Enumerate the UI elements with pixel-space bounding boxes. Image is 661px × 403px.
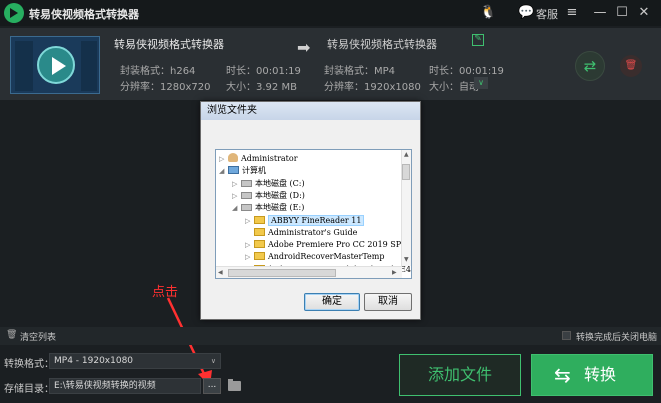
drive-icon [241,204,252,212]
output-dir-label: 存储目录： [4,384,54,395]
expand-toggle-icon[interactable]: ▷ [232,178,241,190]
format-label: 转换格式： [4,359,54,370]
add-file-button[interactable]: 添加文件 [399,354,521,396]
target-file-name: 转易侠视频格式转换器 [327,38,437,51]
output-dir-field[interactable]: E:\转易侠视频转换的视频 [49,378,201,394]
expand-toggle-icon[interactable]: ▷ [232,190,241,202]
close-icon[interactable]: ✕ [637,4,651,22]
tree-item[interactable]: Administrator's Guide [245,227,357,239]
maximize-icon[interactable]: ☐ [615,4,629,22]
format-value: MP4 - 1920x1080 [54,356,134,366]
target-resolution: 分辨率：1920x1080 [324,82,421,93]
tree-item-label: Administrator's Guide [268,227,358,237]
chat-bubble-icon[interactable]: 💬 [518,4,534,22]
expand-toggle-icon[interactable]: ▷ [245,215,254,227]
browse-folder-dialog: 浏览文件夹 1945089 E00 0 7 21 19E4E0615E4▷And… [200,101,421,320]
tree-item[interactable]: ▷ Administrator [219,153,298,165]
list-actions-bar: 🗑 清空列表 转换完成后关闭电脑 [0,327,661,345]
source-resolution: 分辨率：1280x720 [120,82,211,93]
tree-item-label: 计算机 [242,166,266,176]
play-icon [37,46,75,84]
scroll-left-icon[interactable]: ◀ [218,269,223,276]
app-title: 转易侠视频格式转换器 [29,8,139,21]
scrollbar-thumb[interactable] [228,269,336,277]
arrow-right-icon: ➡ [297,38,311,57]
edit-icon[interactable]: ✎ [472,34,484,46]
tree-item[interactable]: ▷ 本地磁盘 (C:) [232,178,305,190]
clear-list-button[interactable]: 清空列表 [20,330,56,343]
convert-label: 转换 [584,365,617,384]
tree-item-label: 本地磁盘 (D:) [255,190,305,200]
target-size-select[interactable]: 大小：自动 [429,78,479,93]
thumbnail-decor [81,41,97,91]
expand-toggle-icon[interactable]: ◢ [232,202,241,214]
browse-button[interactable]: ... [203,378,221,394]
tree-item[interactable]: ◢ 计算机 [219,165,266,177]
shutdown-label: 转换完成后关闭电脑 [576,333,658,343]
video-thumbnail [10,36,100,94]
scroll-up-icon[interactable]: ▲ [404,151,409,158]
computer-icon [228,166,239,175]
convert-single-button[interactable] [575,51,605,81]
scroll-down-icon[interactable]: ▼ [404,256,409,263]
expand-toggle-icon[interactable]: ▷ [245,239,254,251]
delete-icon[interactable] [620,55,642,77]
convert-button[interactable]: ⇆ 转换 [531,354,653,396]
title-bar: 转易侠视频格式转换器 🐧 💬 客服 ≡ — ☐ ✕ [0,0,661,26]
tree-item[interactable]: ▷ ABBYY FineReader 11 [245,214,365,227]
tree-item[interactable]: ◢ 本地磁盘 (E:) [232,202,304,214]
expand-toggle-icon[interactable]: ▷ [245,251,254,263]
tree-item-label: 本地磁盘 (C:) [255,178,305,188]
expand-toggle-icon[interactable]: ◢ [219,165,228,177]
convert-icon: ⇆ [554,363,571,387]
cancel-button[interactable]: 取消 [364,293,412,311]
target-container-format: 封装格式：MP4 [324,66,396,77]
app-logo-icon [4,3,24,23]
tree-item[interactable]: ▷ 本地磁盘 (D:) [232,190,305,202]
file-list-item: 转易侠视频格式转换器 转易侠视频格式转换器 ✎ 封装格式：h264 分辨率：12… [0,28,661,100]
scrollbar-thumb[interactable] [402,164,410,180]
trash-icon[interactable]: 🗑 [6,330,17,340]
source-duration: 时长：00:01:19 [226,66,301,77]
tree-item-label: AndroidRecoverMasterTemp [268,252,385,262]
chevron-down-icon[interactable]: ∨ [211,354,216,368]
folder-icon [254,227,265,236]
source-size: 大小：3.92 MB [226,82,297,93]
tree-item-label: 本地磁盘 (E:) [255,203,305,213]
ok-button[interactable]: 确定 [304,293,360,311]
user-icon [228,153,238,162]
folder-icon [254,252,265,261]
tree-item[interactable]: ▷ Adobe Premiere Pro CC 2019 SP [245,239,401,251]
minimize-icon[interactable]: — [593,4,607,22]
folder-icon [254,215,265,224]
drive-icon [241,179,252,187]
tree-item-label: Adobe Premiere Pro CC 2019 SP [268,240,402,250]
target-duration: 时长：00:01:19 [429,66,504,77]
chevron-down-icon[interactable]: ∨ [474,77,488,89]
menu-icon[interactable]: ≡ [565,4,579,22]
folder-tree[interactable]: 1945089 E00 0 7 21 19E4E0615E4▷AndroidRe… [215,149,412,279]
source-file-name: 转易侠视频格式转换器 [114,38,224,51]
shutdown-checkbox[interactable] [562,331,571,340]
expand-toggle-icon[interactable]: ▷ [219,153,228,165]
scroll-right-icon[interactable]: ▶ [392,269,397,276]
customer-service-link[interactable]: 客服 [536,6,558,22]
thumbnail-decor [15,41,33,91]
folder-icon [254,240,265,249]
format-select[interactable]: MP4 - 1920x1080 ∨ [49,353,221,369]
source-container-format: 封装格式：h264 [120,66,196,77]
tree-item[interactable]: ▷ AndroidRecoverMasterTemp [245,251,385,263]
vertical-scrollbar[interactable]: ▲ ▼ [401,150,411,266]
qq-icon[interactable]: 🐧 [480,4,496,22]
open-folder-icon[interactable] [228,379,241,391]
horizontal-scrollbar[interactable]: ◀ ▶ [216,266,402,278]
drive-icon [241,191,252,199]
tree-item-label: Administrator [241,154,298,163]
dialog-title: 浏览文件夹 [201,102,420,120]
tree-item-label: ABBYY FineReader 11 [268,214,365,226]
